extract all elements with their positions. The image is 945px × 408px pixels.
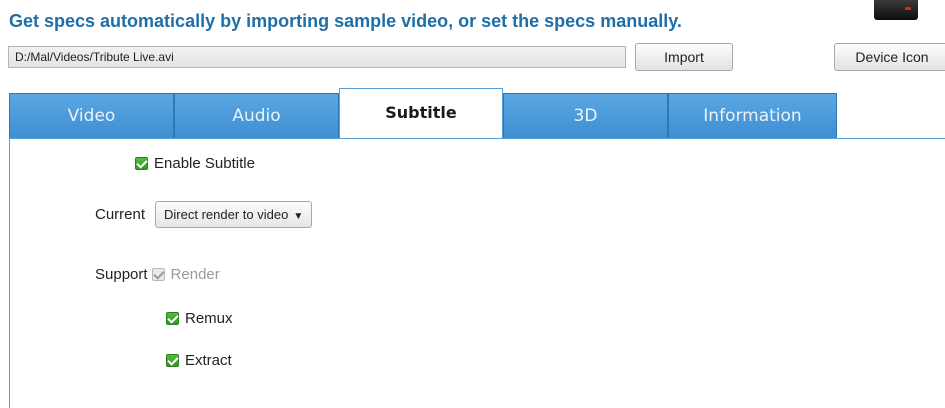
current-mode-dropdown[interactable]: Direct render to video ▼ [155,201,313,228]
panel-left-border [9,138,10,408]
tab-3d[interactable]: 3D [503,93,668,138]
extract-label: Extract [185,352,232,369]
render-checkbox [151,268,165,281]
device-icon-button[interactable]: Device Icon [834,43,945,71]
support-render-row: Support Render [95,266,220,283]
current-mode-value: Direct render to video [164,207,289,222]
enable-subtitle-checkbox[interactable] [135,157,148,170]
support-label: Support [95,266,148,283]
tab-subtitle[interactable]: Subtitle [339,88,503,139]
current-label: Current [95,206,146,223]
enable-subtitle-label: Enable Subtitle [154,155,255,172]
panel-top-border [9,138,945,139]
tab-bar: Video Audio 3D Information Subtitle [9,88,837,139]
tab-video[interactable]: Video [9,93,174,138]
remux-checkbox[interactable] [166,312,179,325]
tab-information[interactable]: Information [668,93,837,138]
current-row: Current Direct render to video ▼ [95,201,313,228]
device-thumbnail [874,0,918,20]
remux-label: Remux [185,310,233,327]
device-led-icon [905,7,911,10]
dropdown-arrow-icon: ▼ [293,211,304,222]
enable-subtitle-row[interactable]: Enable Subtitle [135,155,255,172]
video-path-field[interactable]: D:/Mal/Videos/Tribute Live.avi [8,46,626,68]
page-title: Get specs automatically by importing sam… [9,11,682,31]
render-label: Render [170,266,220,283]
remux-row[interactable]: Remux [166,310,233,327]
import-button[interactable]: Import [635,43,733,71]
extract-checkbox[interactable] [166,354,179,367]
extract-row[interactable]: Extract [166,352,232,369]
tab-audio[interactable]: Audio [174,93,339,138]
